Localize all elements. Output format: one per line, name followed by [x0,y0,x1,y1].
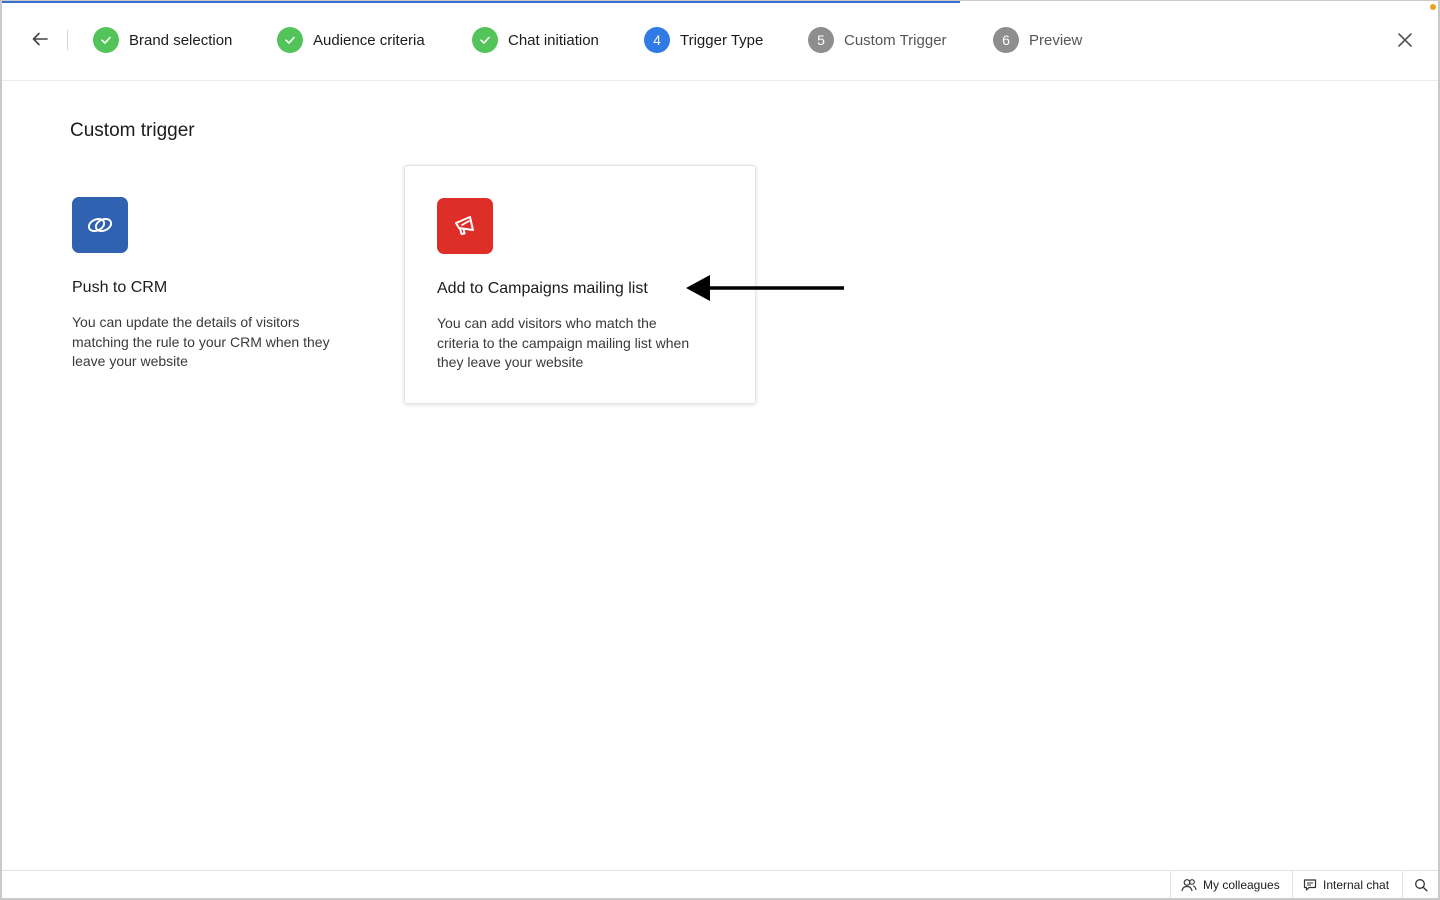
option-title: Add to Campaigns mailing list [437,280,648,297]
pointer-arrow-icon [686,275,844,301]
search-icon [1414,878,1427,891]
option-push-to-crm[interactable]: Push to CRM You can update the details o… [40,165,392,404]
megaphone-icon [437,198,493,254]
check-icon [93,27,119,53]
step-number: 6 [993,27,1019,53]
step-number: 4 [644,27,670,53]
step-trigger-type[interactable]: 4 Trigger Type [644,26,763,54]
step-label: Preview [1029,31,1083,49]
close-button[interactable] [1392,27,1418,53]
internal-chat-label: Internal chat [1323,877,1390,892]
step-brand-selection[interactable]: Brand selection [93,26,232,54]
option-description: You can add visitors who match the crite… [437,315,690,370]
check-icon [277,27,303,53]
step-label: Custom Trigger [844,31,947,49]
close-icon [1398,33,1412,47]
people-icon [1181,878,1197,891]
divider [67,30,68,50]
step-label: Brand selection [129,31,233,49]
step-chat-initiation[interactable]: Chat initiation [472,26,599,54]
footer-bar: My colleagues Internal chat [2,870,1438,898]
arrow-left-icon [32,32,48,46]
step-label: Audience criteria [313,31,425,49]
my-colleagues-button[interactable]: My colleagues [1170,871,1290,898]
app-window [0,0,1440,900]
step-custom-trigger[interactable]: 5 Custom Trigger [808,26,947,54]
check-icon [472,27,498,53]
step-number: 5 [808,27,834,53]
option-title: Push to CRM [72,279,168,296]
page-title: Custom trigger [70,120,195,141]
option-description: You can update the details of visitors m… [72,314,330,369]
chat-icon [1303,878,1317,891]
step-preview[interactable]: 6 Preview [993,26,1082,54]
step-audience-criteria[interactable]: Audience criteria [277,26,425,54]
crm-icon [72,197,128,253]
step-label: Chat initiation [508,31,599,49]
internal-chat-button[interactable]: Internal chat [1292,871,1399,898]
wizard-header: Brand selection Audience criteria Chat i… [2,3,1438,81]
search-button[interactable] [1402,871,1438,898]
back-button[interactable] [26,25,54,53]
step-label: Trigger Type [680,31,764,49]
my-colleagues-label: My colleagues [1203,877,1280,892]
